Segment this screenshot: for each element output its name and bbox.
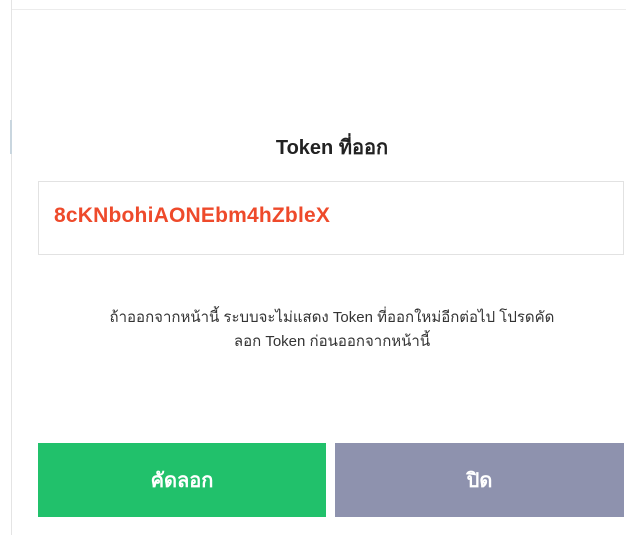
left-edge-accent (10, 120, 12, 154)
copy-warning-text: ถ้าออกจากหน้านี้ ระบบจะไม่แสดง Token ที่… (38, 306, 626, 354)
token-display-box: 8cKNbohiAONEbm4hZbleX (38, 181, 624, 255)
dialog-title: Token ที่ออก (275, 137, 389, 159)
token-issued-page: Token ที่ออก 8cKNbohiAONEbm4hZbleX ถ้าออ… (0, 0, 638, 535)
warning-line-2: ลอก Token ก่อนออกจากหน้านี้ (233, 333, 431, 350)
left-edge-divider (11, 0, 12, 535)
copy-button[interactable]: คัดลอก (38, 443, 326, 517)
close-button[interactable]: ปิด (335, 443, 624, 517)
warning-line-1: ถ้าออกจากหน้านี้ ระบบจะไม่แสดง Token ที่… (109, 309, 555, 326)
token-dialog: Token ที่ออก 8cKNbohiAONEbm4hZbleX ถ้าออ… (38, 0, 626, 535)
token-value[interactable]: 8cKNbohiAONEbm4hZbleX (54, 204, 330, 228)
